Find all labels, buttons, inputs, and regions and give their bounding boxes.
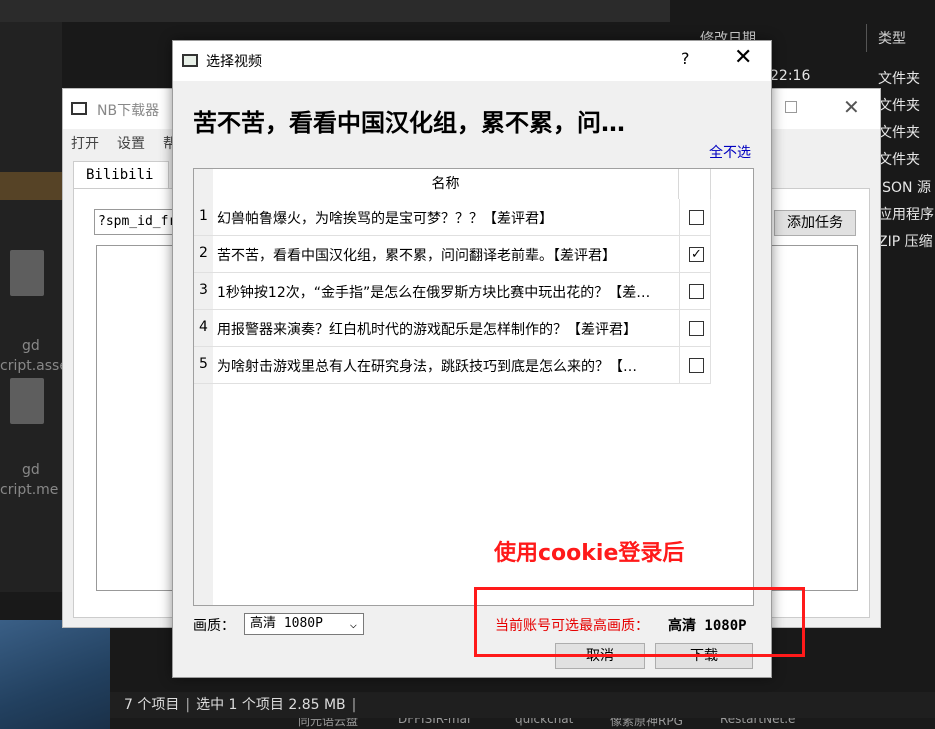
annotation-text: 使用cookie登录后 [494, 541, 685, 566]
annotation-box [474, 587, 805, 657]
quality-select-value: 高清 1080P [250, 616, 323, 631]
video-checkbox[interactable] [689, 358, 704, 373]
taskbar-item[interactable]: 像素原神RPG [610, 718, 683, 729]
row-number: 2 [194, 245, 213, 265]
video-title: 用报警器来演奏？红白机时代的游戏配乐是怎样制作的？【差评君】 [217, 322, 637, 338]
taskbar-labels: 同元语云盘 DFFISIR-mai quickchat 像素原神RPG Rest… [110, 718, 935, 729]
select-cell [679, 273, 711, 309]
chevron-down-icon: ⌵ [349, 617, 357, 631]
taskbar-item[interactable]: quickchat [515, 718, 573, 726]
row-number: 1 [194, 208, 213, 228]
video-checkbox[interactable] [689, 210, 704, 225]
file-icon[interactable] [10, 378, 44, 424]
desktop-file-label: gd [22, 338, 40, 354]
wallpaper [0, 620, 110, 729]
file-type-cell: 文件夹 [878, 71, 920, 87]
video-title: 1秒钟按12次，“金手指”是怎么在俄罗斯方块比赛中玩出花的？【差… [217, 285, 651, 301]
main-window-title: NB下载器 [97, 103, 160, 119]
video-checkbox[interactable]: ✓ [689, 247, 704, 262]
file-type-cell: JSON 源 [878, 180, 931, 196]
row-number: 5 [194, 356, 213, 376]
close-icon[interactable]: ✕ [843, 95, 860, 119]
explorer-titlebar [0, 0, 670, 22]
row-number: 3 [194, 282, 213, 302]
table-row[interactable]: 1 幻兽帕鲁爆火，为啥挨骂的是宝可梦？？？【差评君】 [194, 199, 711, 236]
app-window-icon [182, 54, 198, 67]
file-type-cell: 应用程序 [878, 207, 934, 223]
table-row[interactable]: 3 1秒钟按12次，“金手指”是怎么在俄罗斯方块比赛中玩出花的？【差… [194, 273, 711, 310]
tab-bilibili[interactable]: Bilibili [73, 161, 169, 189]
video-heading: 苦不苦，看看中国汉化组，累不累，问… [193, 109, 625, 137]
file-type-cell: 文件夹 [878, 125, 920, 141]
select-cell [679, 347, 711, 383]
deselect-all-link[interactable]: 全不选 [709, 142, 751, 162]
item-count: 7 个项目 [124, 697, 180, 713]
file-icon[interactable] [10, 250, 44, 296]
desktop-file-label: cript.asse [0, 358, 68, 374]
dialog-titlebar[interactable]: 选择视频 ? ✕ [173, 41, 771, 81]
quality-label: 画质： [193, 618, 235, 634]
select-cell [679, 310, 711, 346]
video-title: 为啥射击游戏里总有人在研究身法，跳跃技巧到底是怎么来的？【… [217, 359, 637, 375]
close-icon[interactable]: ✕ [734, 45, 752, 70]
column-header-select[interactable] [679, 169, 711, 199]
help-icon[interactable]: ? [681, 49, 690, 68]
column-header-name[interactable]: 名称 [213, 169, 679, 199]
file-type-cell: ZIP 压缩 [878, 234, 933, 250]
taskbar-item[interactable]: 同元语云盘 [298, 718, 358, 729]
video-checkbox[interactable] [689, 321, 704, 336]
taskbar-item[interactable]: RestartNet.e [720, 718, 795, 726]
desktop-file-label: cript.me [0, 482, 59, 498]
video-checkbox[interactable] [689, 284, 704, 299]
desktop-file-label: gd [22, 462, 40, 478]
taskbar-item[interactable]: DFFISIR-mai [398, 718, 470, 726]
select-cell: ✓ [679, 236, 711, 272]
file-type-cell: 文件夹 [878, 98, 920, 114]
select-video-dialog: 选择视频 ? ✕ 苦不苦，看看中国汉化组，累不累，问… 全不选 名称 1 幻兽帕… [172, 40, 772, 678]
desktop-file-highlight [0, 172, 62, 200]
video-title: 苦不苦，看看中国汉化组，累不累，问问翻译老前辈。【差评君】 [217, 248, 616, 264]
video-title: 幻兽帕鲁爆火，为啥挨骂的是宝可梦？？？【差评君】 [217, 211, 553, 227]
selection-info: 选中 1 个项目 2.85 MB [196, 697, 346, 713]
desktop-strip: gd cript.asse gd cript.me [0, 22, 68, 592]
column-separator[interactable] [866, 24, 867, 52]
file-modified-time: 22:16 [770, 68, 811, 84]
menu-settings[interactable]: 设置 [117, 133, 145, 153]
explorer-statusbar: 7 个项目 | 选中 1 个项目 2.85 MB | [110, 692, 935, 718]
maximize-icon[interactable] [785, 101, 797, 113]
add-task-button[interactable]: 添加任务 [774, 210, 856, 236]
file-type-cell: 文件夹 [878, 152, 920, 168]
table-row[interactable]: 2 苦不苦，看看中国汉化组，累不累，问问翻译老前辈。【差评君】 ✓ [194, 236, 711, 273]
app-window-icon [71, 102, 87, 115]
select-cell [679, 199, 711, 235]
dialog-title: 选择视频 [206, 54, 262, 70]
row-number: 4 [194, 319, 213, 339]
table-row[interactable]: 4 用报警器来演奏？红白机时代的游戏配乐是怎样制作的？【差评君】 [194, 310, 711, 347]
column-header-type[interactable]: 类型 [878, 28, 906, 48]
menu-open[interactable]: 打开 [71, 133, 99, 153]
table-row[interactable]: 5 为啥射击游戏里总有人在研究身法，跳跃技巧到底是怎么来的？【… [194, 347, 711, 384]
quality-select[interactable]: 高清 1080P ⌵ [244, 613, 364, 635]
